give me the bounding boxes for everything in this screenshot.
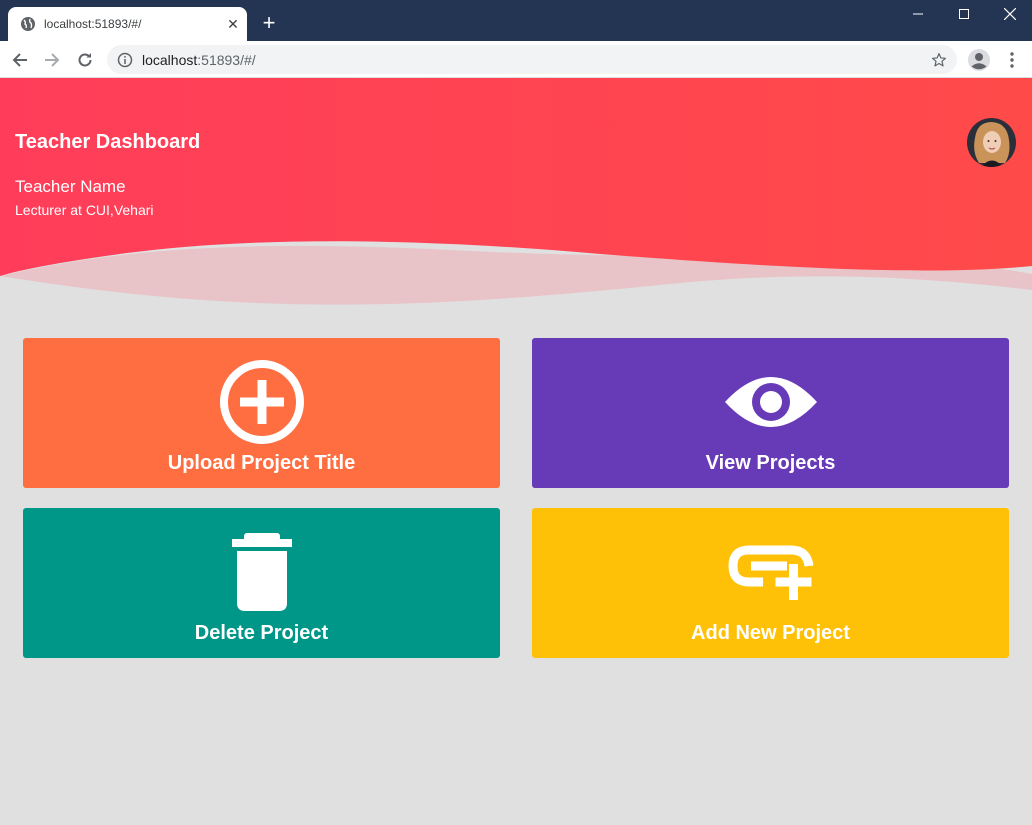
url-text: localhost:51893/#/ (142, 51, 256, 68)
teacher-name: Teacher Name (15, 177, 126, 196)
trash-icon (231, 533, 292, 611)
reload-icon[interactable] (71, 46, 99, 74)
delete-project-label: Delete Project (194, 622, 329, 644)
page-title: Teacher Dashboard (15, 131, 201, 153)
view-projects-label: View Projects (705, 452, 836, 474)
forward-arrow-icon[interactable] (38, 46, 66, 74)
teacher-role: Lecturer at CUI,Vehari (15, 202, 154, 218)
add-new-project-card[interactable]: Add New Project (532, 508, 1009, 658)
eye-icon (724, 377, 817, 427)
menu-dots-icon[interactable] (998, 46, 1026, 74)
header-wave-background (0, 78, 1032, 305)
avatar[interactable] (967, 118, 1016, 167)
dashboard-header: Teacher Dashboard Teacher Name Lecturer … (0, 78, 1032, 318)
upload-project-title-label: Upload Project Title (167, 452, 356, 474)
plus-icon[interactable]: + (256, 10, 282, 36)
back-arrow-icon[interactable] (6, 46, 34, 74)
delete-project-card[interactable]: Delete Project (23, 508, 500, 658)
browser-titlebar: localhost:51893/#/ ✕ + (0, 0, 1032, 41)
add-new-project-label: Add New Project (691, 622, 850, 644)
address-bar[interactable]: localhost:51893/#/ (107, 45, 957, 74)
info-icon[interactable] (117, 52, 133, 68)
add-link-icon (727, 545, 813, 600)
maximize-icon[interactable] (941, 0, 987, 28)
dashboard-page: Teacher Dashboard Teacher Name Lecturer … (0, 78, 1032, 825)
upload-project-title-card[interactable]: Upload Project Title (23, 338, 500, 488)
browser-toolbar: localhost:51893/#/ (0, 41, 1032, 78)
globe-icon (21, 17, 35, 31)
view-projects-card[interactable]: View Projects (532, 338, 1009, 488)
browser-tab[interactable]: localhost:51893/#/ ✕ (8, 7, 247, 41)
minimize-icon[interactable] (895, 0, 941, 28)
plus-circle-icon (219, 360, 304, 444)
tab-title: localhost:51893/#/ (44, 17, 142, 31)
profile-icon[interactable] (965, 46, 993, 74)
close-icon[interactable]: ✕ (219, 10, 247, 38)
window-close-icon[interactable] (987, 0, 1032, 28)
star-icon[interactable] (925, 46, 953, 74)
